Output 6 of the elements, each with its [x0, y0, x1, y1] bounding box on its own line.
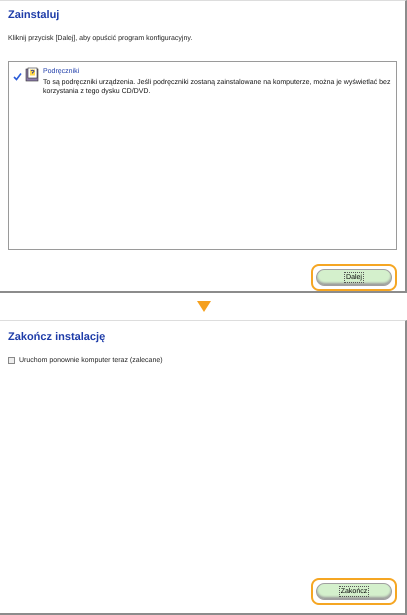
down-arrow-icon [196, 301, 210, 312]
panel-title: Zakończ instalację [8, 330, 106, 345]
book-icon [25, 67, 40, 82]
panel-title: Zainstaluj [8, 8, 60, 23]
check-icon[interactable] [13, 72, 22, 81]
restart-checkbox[interactable] [8, 357, 15, 364]
